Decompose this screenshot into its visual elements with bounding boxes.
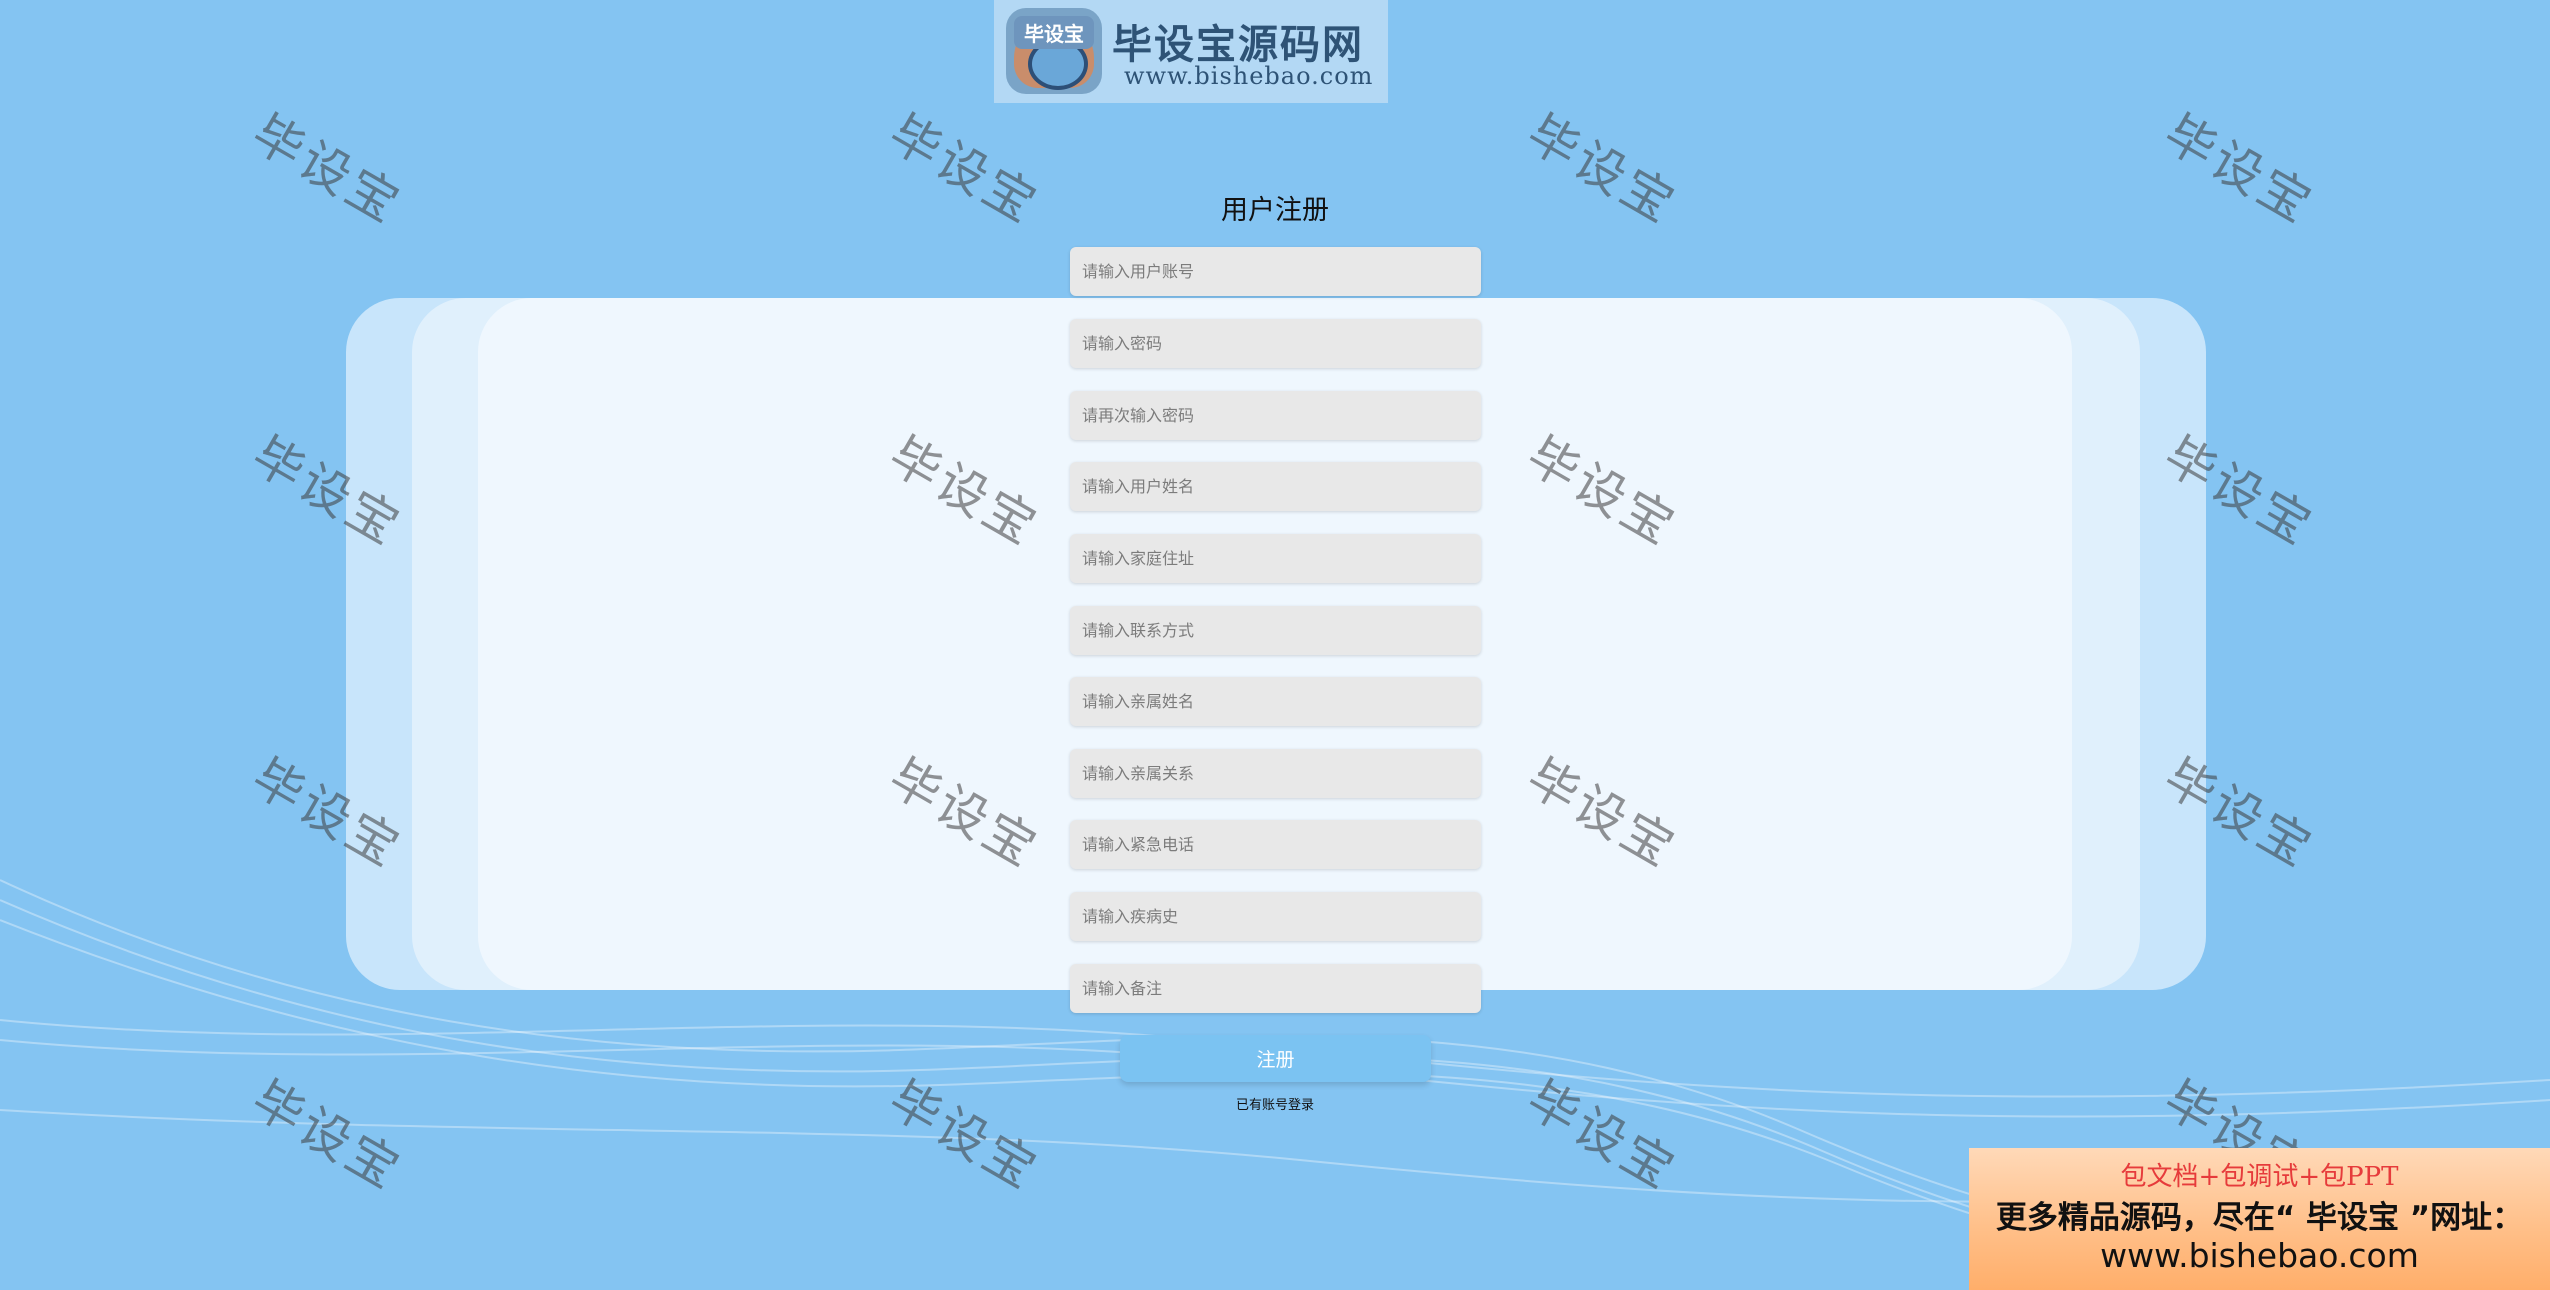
remarks-input[interactable] xyxy=(1070,964,1481,1013)
login-link[interactable]: 已有账号登录 xyxy=(1075,1094,1475,1113)
logo-badge-icon: 毕设宝 xyxy=(1006,8,1102,94)
full-name-input[interactable] xyxy=(1070,462,1481,511)
password-input[interactable] xyxy=(1070,319,1481,368)
promo-banner[interactable]: 包文档+包调试+包PPT 更多精品源码，尽在“ 毕设宝 ”网址： www.bis… xyxy=(1969,1148,2550,1290)
promo-url: www.bishebao.com xyxy=(2100,1236,2419,1275)
relative-relation-input[interactable] xyxy=(1070,749,1481,798)
contact-input[interactable] xyxy=(1070,606,1481,655)
account-input[interactable] xyxy=(1070,247,1481,296)
logo-badge-text: 毕设宝 xyxy=(1014,16,1094,49)
emergency-phone-input[interactable] xyxy=(1070,820,1481,869)
site-logo[interactable]: 毕设宝 毕设宝源码网 www.bishebao.com xyxy=(994,0,1388,103)
relative-name-input[interactable] xyxy=(1070,677,1481,726)
promo-message: 更多精品源码，尽在“ 毕设宝 ”网址： xyxy=(1995,1200,2524,1236)
confirm-password-input[interactable] xyxy=(1070,391,1481,440)
logo-url: www.bishebao.com xyxy=(1124,62,1374,90)
medical-history-input[interactable] xyxy=(1070,892,1481,941)
home-address-input[interactable] xyxy=(1070,534,1481,583)
promo-tagline: 包文档+包调试+包PPT xyxy=(2120,1162,2399,1192)
page-title: 用户注册 xyxy=(1221,195,1329,226)
register-button[interactable]: 注册 xyxy=(1120,1035,1431,1082)
